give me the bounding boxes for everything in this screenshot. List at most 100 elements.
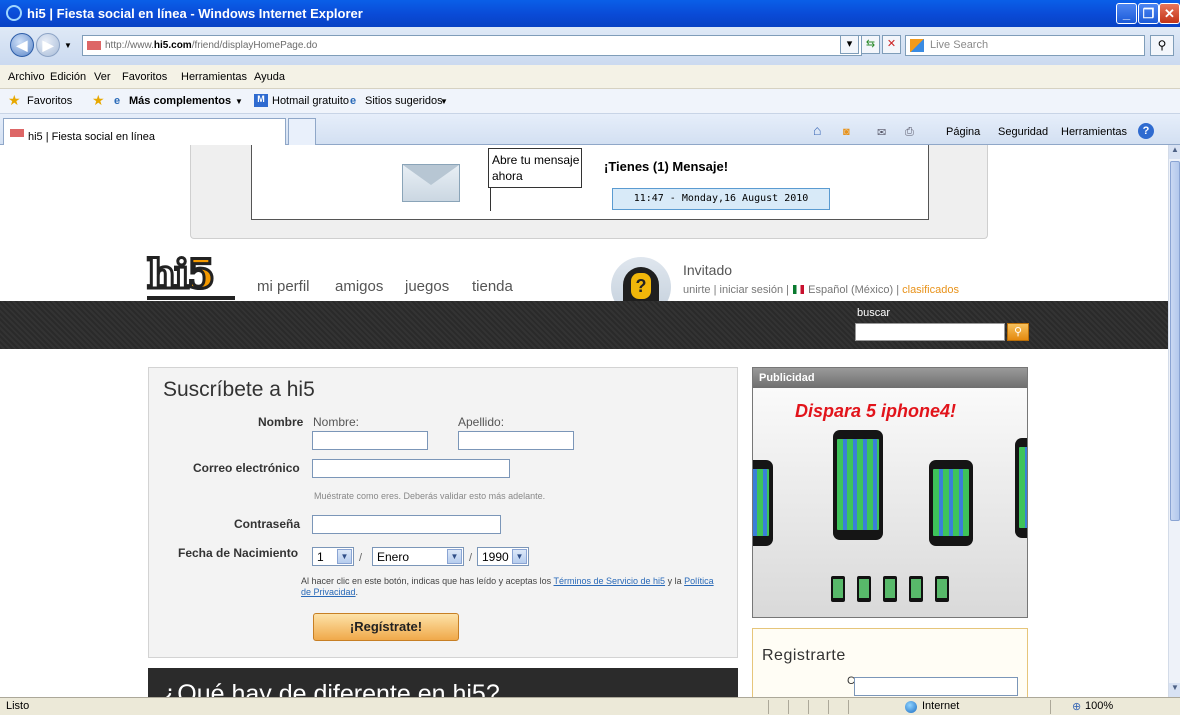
register-box-title: Registrarte [762,647,846,664]
magnifier-icon: ⚲ [1013,326,1023,338]
nav-juegos[interactable]: juegos [405,278,449,295]
password-field[interactable] [312,515,501,534]
minimize-button[interactable]: _ [1116,3,1137,24]
status-text: Listo [6,700,30,712]
url-path: /friend/displayHomePage.do [191,40,318,51]
speech-bubble: Abre tu mensaje ahora [488,148,582,188]
birthdate-label: Fecha de Nacimiento [178,546,299,560]
favorites-bar: ★ Favoritos ★ e Más complementos ▼ M Hot… [0,89,1180,114]
last-name-label: Apellido: [458,415,505,429]
iphone-image [929,460,973,546]
menu-edicion[interactable]: Edición [50,71,86,83]
hotmail-icon: M [254,94,268,107]
ad-header: Publicidad [753,368,1027,388]
terms-text: Al hacer clic en este botón, indicas que… [301,576,714,597]
close-button[interactable]: ✕ [1159,3,1180,24]
address-input[interactable]: http://www.hi5.com/friend/displayHomePag… [82,35,862,56]
tab-label: hi5 | Fiesta social en línea [28,131,155,143]
favorites-button[interactable]: Favoritos [27,95,72,107]
add-favorite-icon[interactable]: ★ [92,92,105,109]
menu-archivo[interactable]: Archivo [8,71,45,83]
chevron-down-icon: ▼ [512,549,527,564]
tab-favicon-icon [10,129,24,137]
maximize-button[interactable]: ❐ [1138,3,1159,24]
link-clasificados[interactable]: clasificados [902,284,959,296]
mail-icon[interactable]: ✉ [877,126,886,139]
url-domain: hi5.com [153,40,192,51]
link-iniciar-sesion[interactable]: iniciar sesión [720,284,784,296]
site-search-input[interactable] [855,323,1005,341]
register-button[interactable]: ¡Regístrate! [313,613,459,641]
tab-hi5[interactable]: hi5 | Fiesta social en línea [3,118,286,145]
back-button[interactable]: ◀ [10,33,34,57]
ie-sites-icon: e [350,95,357,107]
fav-hotmail[interactable]: Hotmail gratuito [272,95,349,107]
mini-iphone-image [857,576,871,602]
mini-iphone-image [909,576,923,602]
mini-iphone-image [935,576,949,602]
command-pagina[interactable]: Página [946,126,980,138]
command-seguridad[interactable]: Seguridad [998,126,1048,138]
security-zone: Internet [922,700,960,712]
link-unirte[interactable]: unirte [683,284,711,296]
forward-button[interactable]: ▶ [36,33,60,57]
fav-mas-complementos[interactable]: Más complementos [129,95,231,107]
message-banner-ad[interactable]: Abre tu mensaje ahora ¡Tienes (1) Mensaj… [251,145,929,220]
history-dropdown-icon[interactable]: ▼ [64,41,72,50]
chevron-down-icon[interactable]: ▼ [235,97,243,106]
birth-day-select[interactable]: 1 ▼ [312,547,354,566]
scrollbar-thumb[interactable] [1170,161,1180,521]
email-label: Correo electrónico [193,461,300,475]
ad-banner[interactable]: Dispara 5 iphone4! [753,388,1027,617]
scroll-down-icon[interactable]: ▼ [1169,683,1180,697]
first-name-field[interactable] [312,431,428,450]
refresh-icon[interactable]: ⇆ [861,35,880,54]
print-icon[interactable]: ⎙ [905,126,914,139]
zoom-icon[interactable]: ⊕ [1072,700,1081,713]
birth-month-select[interactable]: Enero ▼ [372,547,464,566]
search-button[interactable]: ⚲ [1007,323,1029,341]
speech-bubble-tail [490,187,508,211]
register-box: Registrarte Correo [752,628,1028,697]
iphone-image [833,430,883,540]
help-icon[interactable]: ? [1138,123,1154,139]
home-icon[interactable]: ⌂ [813,122,821,138]
birth-year-select[interactable]: 1990 ▼ [477,547,529,566]
whats-different-title: ¿Qué hay de diferente en hi5? [162,680,500,697]
register-email-field[interactable] [854,677,1018,696]
link-idioma[interactable]: Español (México) [808,284,893,296]
email-field[interactable] [312,459,510,478]
favorites-star-icon: ★ [8,92,21,108]
url-prefix: http://www. [105,40,154,51]
title-bar: hi5 | Fiesta social en línea - Windows I… [0,0,1180,27]
mexico-flag-icon [793,285,805,294]
live-search-input[interactable]: Live Search [905,35,1145,56]
stop-icon[interactable]: ✕ [882,35,901,54]
address-dropdown-icon[interactable]: ▾ [840,35,859,54]
advertisement: Publicidad Dispara 5 iphone4! [752,367,1028,618]
last-name-field[interactable] [458,431,574,450]
user-name: Invitado [683,262,733,278]
menu-favoritos[interactable]: Favoritos [122,71,167,83]
new-tab-button[interactable] [288,118,316,145]
mini-iphone-image [831,576,845,602]
hi5-logo[interactable]: hi5 [146,253,235,296]
command-herramientas[interactable]: Herramientas [1061,126,1127,138]
iphone-image [753,460,773,546]
feeds-icon[interactable]: ◙ [843,126,850,138]
fav-sitios-sugeridos[interactable]: Sitios sugeridos [365,95,443,107]
nav-tienda[interactable]: tienda [472,278,513,295]
vertical-scrollbar[interactable]: ▲ ▼ [1168,145,1180,697]
menu-herramientas[interactable]: Herramientas [181,71,247,83]
search-icon[interactable]: ⚲ [1150,35,1174,56]
zoom-level[interactable]: 100% [1085,700,1113,712]
logo-underline [147,296,235,300]
menu-ayuda[interactable]: Ayuda [254,71,285,83]
nav-mi-perfil[interactable]: mi perfil [257,278,310,295]
terms-link[interactable]: Términos de Servicio de hi5 [554,576,666,586]
nav-amigos[interactable]: amigos [335,278,383,295]
chevron-down-icon[interactable]: ▼ [440,97,448,106]
scroll-up-icon[interactable]: ▲ [1169,145,1180,159]
live-search-logo-icon [910,39,924,52]
menu-ver[interactable]: Ver [94,71,111,83]
